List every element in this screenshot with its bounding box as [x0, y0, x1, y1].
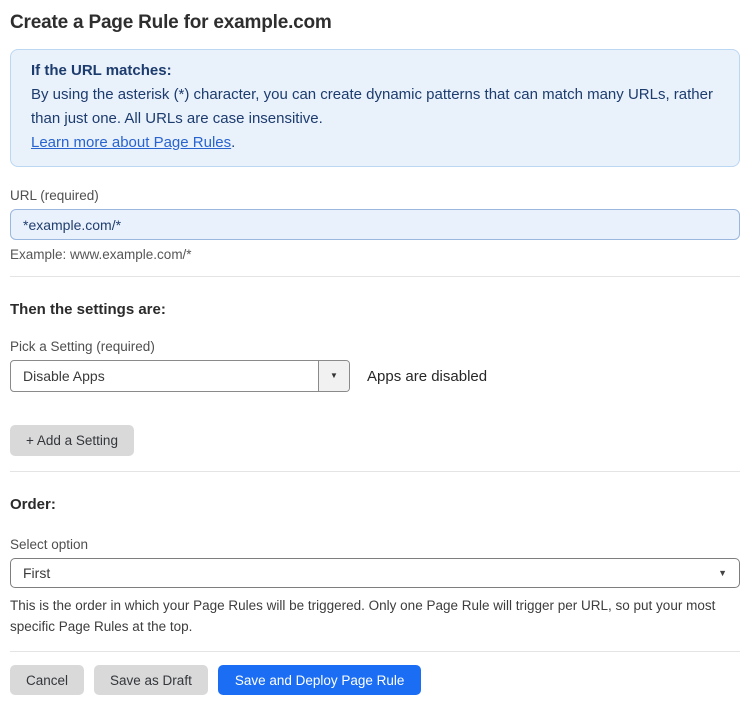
setting-select-value: Disable Apps: [23, 368, 105, 384]
save-as-draft-button[interactable]: Save as Draft: [94, 665, 208, 695]
add-setting-button[interactable]: + Add a Setting: [10, 425, 134, 456]
url-field-helper: Example: www.example.com/*: [10, 247, 192, 262]
section-divider: [10, 471, 740, 472]
url-input[interactable]: [10, 209, 740, 240]
page-title: Create a Page Rule for example.com: [10, 12, 332, 33]
order-select[interactable]: First ▼: [10, 558, 740, 588]
order-section-heading: Order:: [10, 496, 56, 513]
footer-divider: [10, 651, 740, 652]
info-box-body-text: By using the asterisk (*) character, you…: [31, 86, 713, 127]
caret-down-icon: ▼: [718, 567, 727, 578]
order-helper-text: This is the order in which your Page Rul…: [10, 598, 716, 634]
caret-down-icon: ▼: [330, 371, 338, 380]
learn-more-link[interactable]: Learn more about Page Rules: [31, 134, 231, 151]
pick-setting-label: Pick a Setting (required): [10, 339, 155, 354]
page-rule-form: Create a Page Rule for example.com If th…: [0, 12, 750, 695]
setting-row: Disable Apps ▼ Apps are disabled: [10, 360, 740, 392]
settings-section-heading: Then the settings are:: [10, 301, 166, 318]
url-field-label: URL (required): [10, 188, 99, 203]
setting-select-arrow-button[interactable]: ▼: [318, 361, 349, 391]
info-box-heading: If the URL matches:: [31, 62, 172, 79]
order-select-value: First: [23, 565, 51, 581]
link-suffix: .: [231, 134, 236, 151]
setting-select[interactable]: Disable Apps ▼: [10, 360, 350, 392]
footer-actions: Cancel Save as Draft Save and Deploy Pag…: [10, 665, 740, 695]
setting-status-text: Apps are disabled: [367, 367, 488, 385]
cancel-button[interactable]: Cancel: [10, 665, 85, 695]
section-divider: [10, 276, 740, 277]
url-match-info-box: If the URL matches: By using the asteris…: [10, 49, 740, 167]
save-and-deploy-button[interactable]: Save and Deploy Page Rule: [217, 665, 422, 695]
order-select-label: Select option: [10, 537, 89, 552]
info-box-body: By using the asterisk (*) character, you…: [31, 83, 719, 155]
